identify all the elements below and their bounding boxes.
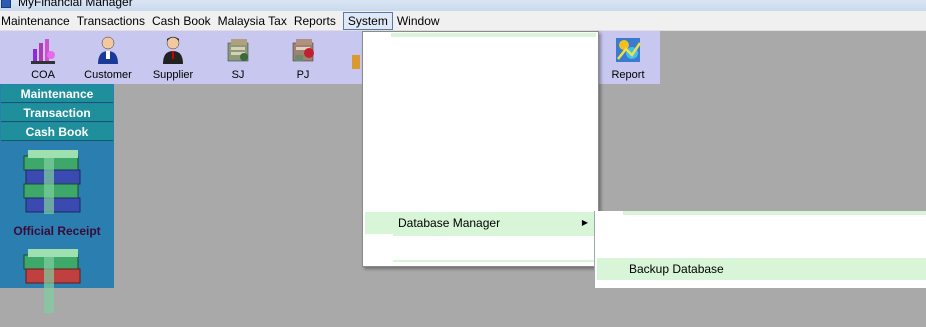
toolbar-customer-label: Customer [84,69,132,81]
window-title: MyFinancial Manager [18,0,133,9]
toolbar-report-label: Report [611,69,645,81]
menu-item-backup-database[interactable]: Backup Database [597,258,926,280]
toolbar-pj-label: PJ [296,69,310,81]
coa-chart-icon [31,39,55,64]
toolbar-sj-button[interactable]: SJ [208,31,268,84]
supplier-person-icon [163,36,183,64]
toolbar-customer-button[interactable]: Customer [78,31,138,84]
menu-transactions[interactable]: Transactions [77,12,152,30]
menu-separator [393,234,596,236]
menu-malaysia-tax[interactable]: Malaysia Tax [218,12,294,30]
report-icon [616,38,642,62]
menu-window[interactable]: Window [397,12,447,30]
sidebar-header-transaction[interactable]: Transaction [1,104,113,122]
menu-top-strip [391,33,596,37]
menu-separator [393,260,596,262]
menu-maintenance[interactable]: Maintenance [0,12,77,30]
menu-system[interactable]: System [342,11,393,30]
customer-person-icon [98,36,118,64]
sales-journal-icon [227,39,249,62]
submenu-arrow-icon: ▶ [581,218,588,227]
partial-icon [352,55,360,69]
menu-bar: Maintenance Transactions Cash Book Malay… [0,11,926,31]
purchase-journal-icon [292,39,314,62]
money-stack-icon[interactable] [20,148,90,228]
toolbar-supplier-button[interactable]: Supplier [143,31,203,84]
toolbar-coa-label: COA [31,69,55,81]
toolbar-report-button[interactable]: Report [598,31,658,84]
menu-item-label: Backup Database [629,262,724,276]
menu-item-database-manager[interactable]: Database Manager ▶ [365,212,596,234]
menu-cash-book[interactable]: Cash Book [152,12,218,30]
money-stack-icon[interactable] [20,247,90,327]
submenu-top-strip [623,211,926,215]
sidebar-header-maintenance[interactable]: Maintenance [1,85,113,103]
database-manager-submenu: Backup Database [594,211,926,288]
menu-item-label: Database Manager [398,216,501,230]
toolbar-coa-button[interactable]: COA [13,31,73,84]
system-menu-dropdown: Database Manager ▶ [362,31,599,267]
toolbar-supplier-label: Supplier [152,69,194,81]
toolbar-sj-label: SJ [231,69,245,81]
toolbar-pj-button[interactable]: PJ [273,31,333,84]
sidebar-item-official-receipt[interactable]: Official Receipt [0,224,114,238]
menu-reports[interactable]: Reports [294,12,343,30]
title-bar: MyFinancial Manager [0,0,926,11]
app-icon [1,0,11,8]
sidebar: Maintenance Transaction Cash Book Offici… [0,84,114,313]
sidebar-header-cash-book[interactable]: Cash Book [1,123,113,141]
